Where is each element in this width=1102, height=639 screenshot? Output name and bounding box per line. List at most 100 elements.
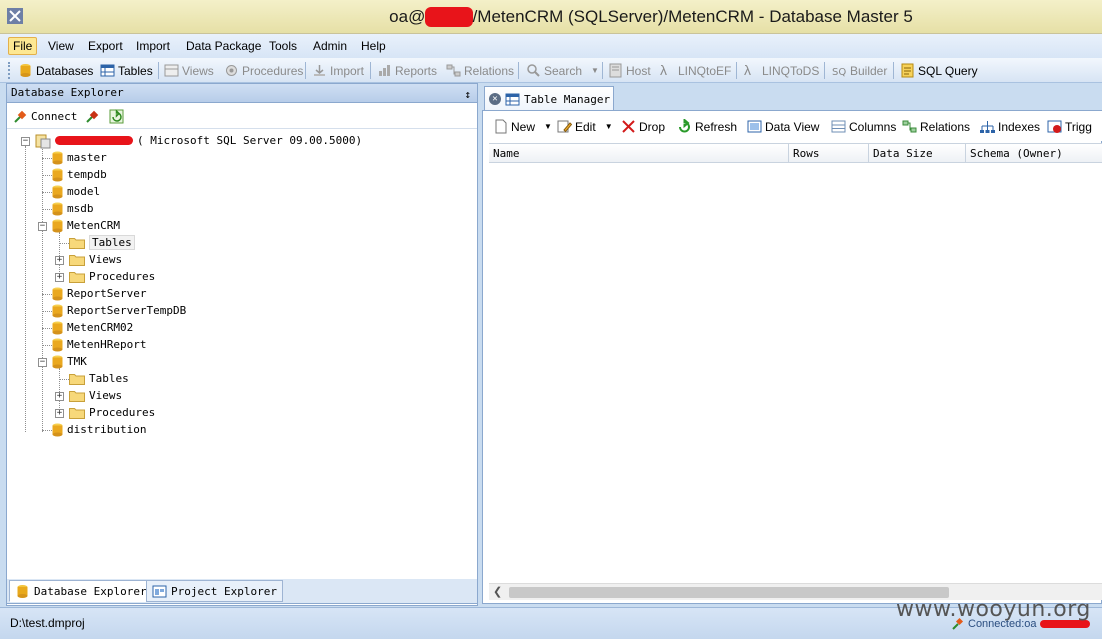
procedures-button[interactable]: Procedures xyxy=(224,61,303,80)
tree-node-metencrm-views[interactable]: Views xyxy=(69,251,122,268)
table-icon xyxy=(100,64,115,77)
main-toolbar: Databases Tables Views Procedures Import… xyxy=(0,58,1102,83)
menu-admin[interactable]: Admin xyxy=(309,37,351,55)
disconnect-icon xyxy=(86,110,99,123)
host-icon xyxy=(609,63,622,78)
panel-header: Database Explorer ↕ xyxy=(7,84,477,103)
metencrm-views-expand-toggle[interactable]: + xyxy=(55,256,64,265)
relations-button[interactable]: Relations xyxy=(446,61,514,80)
column-header-name[interactable]: Name xyxy=(489,144,789,163)
close-icon[interactable]: ✕ xyxy=(489,93,501,105)
refresh-tree-button[interactable] xyxy=(109,107,124,126)
search-button[interactable]: Search ▼ xyxy=(526,61,599,80)
scrollbar-thumb[interactable] xyxy=(509,587,949,598)
menu-help[interactable]: Help xyxy=(357,37,390,55)
delete-icon xyxy=(622,120,635,133)
views-button[interactable]: Views xyxy=(164,61,214,80)
edit-button[interactable]: Edit ▼ xyxy=(557,117,613,136)
tmk-procedures-expand-toggle[interactable]: + xyxy=(55,409,64,418)
scroll-left-icon[interactable]: ❮ xyxy=(493,585,502,598)
tree-node-metencrm[interactable]: MetenCRM xyxy=(52,217,120,234)
tree-node-tmk-tables[interactable]: Tables xyxy=(69,370,129,387)
metencrm-procedures-expand-toggle[interactable]: + xyxy=(55,273,64,282)
tree-node-master[interactable]: master xyxy=(52,149,107,166)
tab-table-manager[interactable]: ✕ Table Manager xyxy=(484,86,614,111)
menu-tools[interactable]: Tools xyxy=(265,37,301,55)
linqtods-button[interactable]: λ LINQToDS xyxy=(744,61,819,80)
database-icon xyxy=(52,219,63,232)
tree-node-metenhreport[interactable]: MetenHReport xyxy=(52,336,146,353)
table-manager-toolbar: New ▼ Edit ▼ Drop Refresh Data View Colu… xyxy=(483,111,1102,141)
server-icon xyxy=(35,134,51,148)
databases-button[interactable]: Databases xyxy=(18,61,93,80)
tree-server-node[interactable]: ( Microsoft SQL Server 09.00.5000) xyxy=(35,132,362,149)
search-icon xyxy=(527,64,540,77)
drop-button[interactable]: Drop xyxy=(621,117,665,136)
explorer-tab-strip: Database Explorer Project Explorer xyxy=(6,579,478,604)
sql-query-icon xyxy=(901,63,914,78)
tree-node-tmk-views[interactable]: Views xyxy=(69,387,122,404)
table-grid-header: Name Rows Data Size Schema (Owner) xyxy=(489,143,1102,163)
triggers-button[interactable]: Trigg xyxy=(1047,117,1092,136)
tree-node-tempdb[interactable]: tempdb xyxy=(52,166,107,183)
database-icon xyxy=(52,423,63,436)
relations-tm-button[interactable]: Relations xyxy=(902,117,970,136)
tree-node-reportserver[interactable]: ReportServer xyxy=(52,285,146,302)
reports-icon xyxy=(379,65,390,76)
menu-view[interactable]: View xyxy=(44,37,78,55)
indexes-button[interactable]: Indexes xyxy=(980,117,1040,136)
tree-node-metencrm02[interactable]: MetenCRM02 xyxy=(52,319,133,336)
columns-button[interactable]: Columns xyxy=(831,117,896,136)
procedures-icon xyxy=(226,65,237,76)
refresh-button[interactable]: Refresh xyxy=(677,117,737,136)
database-icon xyxy=(52,304,63,317)
tables-button[interactable]: Tables xyxy=(100,61,153,80)
tmk-collapse-toggle[interactable]: − xyxy=(38,358,47,367)
tree-node-reportservertempdb[interactable]: ReportServerTempDB xyxy=(52,302,186,319)
column-header-data-size[interactable]: Data Size xyxy=(869,144,966,163)
project-path: D:\test.dmproj xyxy=(10,616,85,630)
reports-button[interactable]: Reports xyxy=(377,61,437,80)
toolbar-grip[interactable] xyxy=(8,62,12,79)
tree-node-tmk-procedures[interactable]: Procedures xyxy=(69,404,155,421)
metencrm-collapse-toggle[interactable]: − xyxy=(38,222,47,231)
menu-data-package[interactable]: Data Package xyxy=(182,37,265,55)
tree-node-metencrm-tables[interactable]: Tables xyxy=(69,234,135,251)
tab-project-explorer[interactable]: Project Explorer xyxy=(146,580,283,602)
menu-export[interactable]: Export xyxy=(84,37,127,55)
tree-node-model[interactable]: model xyxy=(52,183,100,200)
folder-icon xyxy=(69,373,85,385)
database-explorer-panel: Database Explorer ↕ Connect − (Microsof… xyxy=(6,83,478,606)
connect-button[interactable]: Connect xyxy=(13,107,77,126)
relations-icon xyxy=(446,64,461,77)
new-button[interactable]: New ▼ xyxy=(493,117,552,136)
host-button[interactable]: Host xyxy=(608,61,651,80)
lambda-icon: λ xyxy=(744,62,751,78)
pin-icon[interactable]: ↕ xyxy=(464,86,471,104)
tmk-views-expand-toggle[interactable]: + xyxy=(55,392,64,401)
import-button[interactable]: Import xyxy=(312,61,364,80)
data-view-button[interactable]: Data View xyxy=(747,117,819,136)
tree-node-tmk[interactable]: TMK xyxy=(52,353,87,370)
linqtoef-button[interactable]: λ LINQtoEF xyxy=(660,61,731,80)
disconnect-button[interactable] xyxy=(85,107,100,126)
column-header-schema-owner[interactable]: Schema (Owner) xyxy=(966,144,1102,163)
table-icon xyxy=(505,93,520,105)
watermark-text: www.wooyun.org xyxy=(896,597,1091,622)
database-icon xyxy=(52,338,63,351)
menu-import[interactable]: Import xyxy=(132,37,174,55)
builder-button[interactable]: SQL Builder xyxy=(832,61,887,80)
tree-node-metencrm-procedures[interactable]: Procedures xyxy=(69,268,155,285)
tree-node-distribution[interactable]: distribution xyxy=(52,421,146,438)
sql-query-button[interactable]: SQL Query xyxy=(900,61,978,80)
tree-node-msdb[interactable]: msdb xyxy=(52,200,94,217)
database-icon xyxy=(52,202,63,215)
menu-file[interactable]: File xyxy=(8,37,38,55)
database-tree: − ( Microsoft SQL Server 09.00.5000) mas… xyxy=(7,130,477,579)
database-icon xyxy=(17,584,28,598)
chevron-down-icon: ▼ xyxy=(591,66,599,75)
server-collapse-toggle[interactable]: − xyxy=(21,137,30,146)
menu-bar: File View Export Import Data Package Too… xyxy=(0,34,1102,58)
tab-database-explorer[interactable]: Database Explorer xyxy=(9,580,153,602)
column-header-rows[interactable]: Rows xyxy=(789,144,869,163)
